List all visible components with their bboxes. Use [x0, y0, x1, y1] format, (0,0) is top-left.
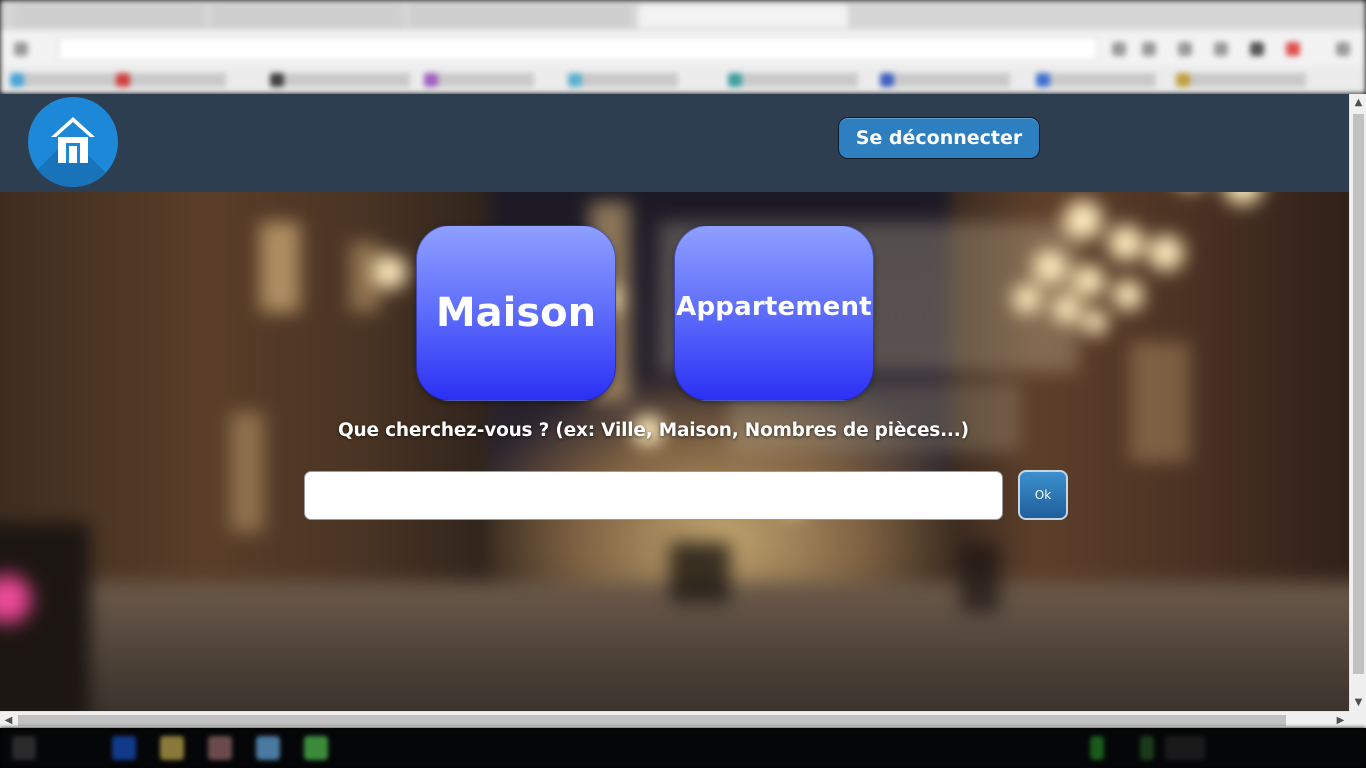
bookmark-item[interactable] [424, 73, 534, 87]
back-icon[interactable] [14, 42, 28, 56]
start-icon[interactable] [12, 736, 36, 760]
address-bar[interactable] [58, 37, 1098, 61]
bookmark-item[interactable] [10, 73, 120, 87]
bookmark-item[interactable] [568, 73, 678, 87]
taskbar-app-icon[interactable] [304, 736, 328, 760]
bookmark-item[interactable] [116, 73, 226, 87]
horizontal-scroll-thumb[interactable] [18, 715, 1286, 726]
browser-tab-active[interactable] [638, 4, 848, 28]
horizontal-scrollbar[interactable]: ◀ ▶ [0, 711, 1349, 728]
os-taskbar [0, 728, 1366, 768]
page-viewport: Se déconnecter Maison Appartement Que ch… [0, 94, 1349, 711]
extension-icon[interactable] [1286, 42, 1300, 56]
category-appartement-button[interactable]: Appartement [674, 225, 874, 401]
chevron-up-icon[interactable]: ▲ [1350, 94, 1366, 111]
extension-icon[interactable] [1250, 42, 1264, 56]
browser-tab[interactable] [410, 4, 630, 28]
category-maison-button[interactable]: Maison [416, 225, 616, 401]
taskbar-app-icon[interactable] [112, 736, 136, 760]
chevron-left-icon[interactable]: ◀ [0, 712, 17, 729]
bookmark-item[interactable] [728, 73, 858, 87]
vertical-scroll-thumb[interactable] [1353, 114, 1364, 674]
category-appartement-label: Appartement [676, 292, 872, 322]
bookmark-item[interactable] [880, 73, 1010, 87]
search-hero: Maison Appartement Que cherchez-vous ? (… [0, 192, 1349, 711]
category-maison-label: Maison [435, 290, 597, 336]
extension-icon[interactable] [1214, 42, 1228, 56]
extension-icon[interactable] [1142, 42, 1156, 56]
extension-icon[interactable] [1178, 42, 1192, 56]
tray-icon[interactable] [1140, 736, 1154, 760]
bookmark-item[interactable] [1036, 73, 1156, 87]
search-submit-button[interactable]: Ok [1018, 470, 1068, 520]
tray-icon[interactable] [1090, 736, 1104, 760]
bookmark-item[interactable] [270, 73, 410, 87]
taskbar-app-icon[interactable] [256, 736, 280, 760]
home-logo[interactable] [28, 97, 118, 187]
menu-icon[interactable] [1336, 42, 1350, 56]
chevron-down-icon[interactable]: ▼ [1350, 694, 1366, 711]
browser-tab[interactable] [14, 4, 204, 28]
logout-button[interactable]: Se déconnecter [838, 117, 1040, 159]
taskbar-app-icon[interactable] [160, 736, 184, 760]
search-input[interactable] [304, 471, 1003, 520]
browser-chrome [0, 0, 1366, 94]
browser-tab[interactable] [212, 4, 402, 28]
extension-icon[interactable] [1112, 42, 1126, 56]
scrollbar-corner [1349, 711, 1366, 728]
search-prompt-label: Que cherchez-vous ? (ex: Ville, Maison, … [338, 420, 969, 441]
site-header: Se déconnecter [0, 94, 1349, 192]
taskbar-app-icon[interactable] [208, 736, 232, 760]
tray-icon[interactable] [1165, 736, 1205, 760]
vertical-scrollbar[interactable]: ▲ ▼ [1349, 94, 1366, 711]
bookmark-item[interactable] [1176, 73, 1306, 87]
chevron-right-icon[interactable]: ▶ [1332, 712, 1349, 729]
home-icon [51, 117, 95, 163]
